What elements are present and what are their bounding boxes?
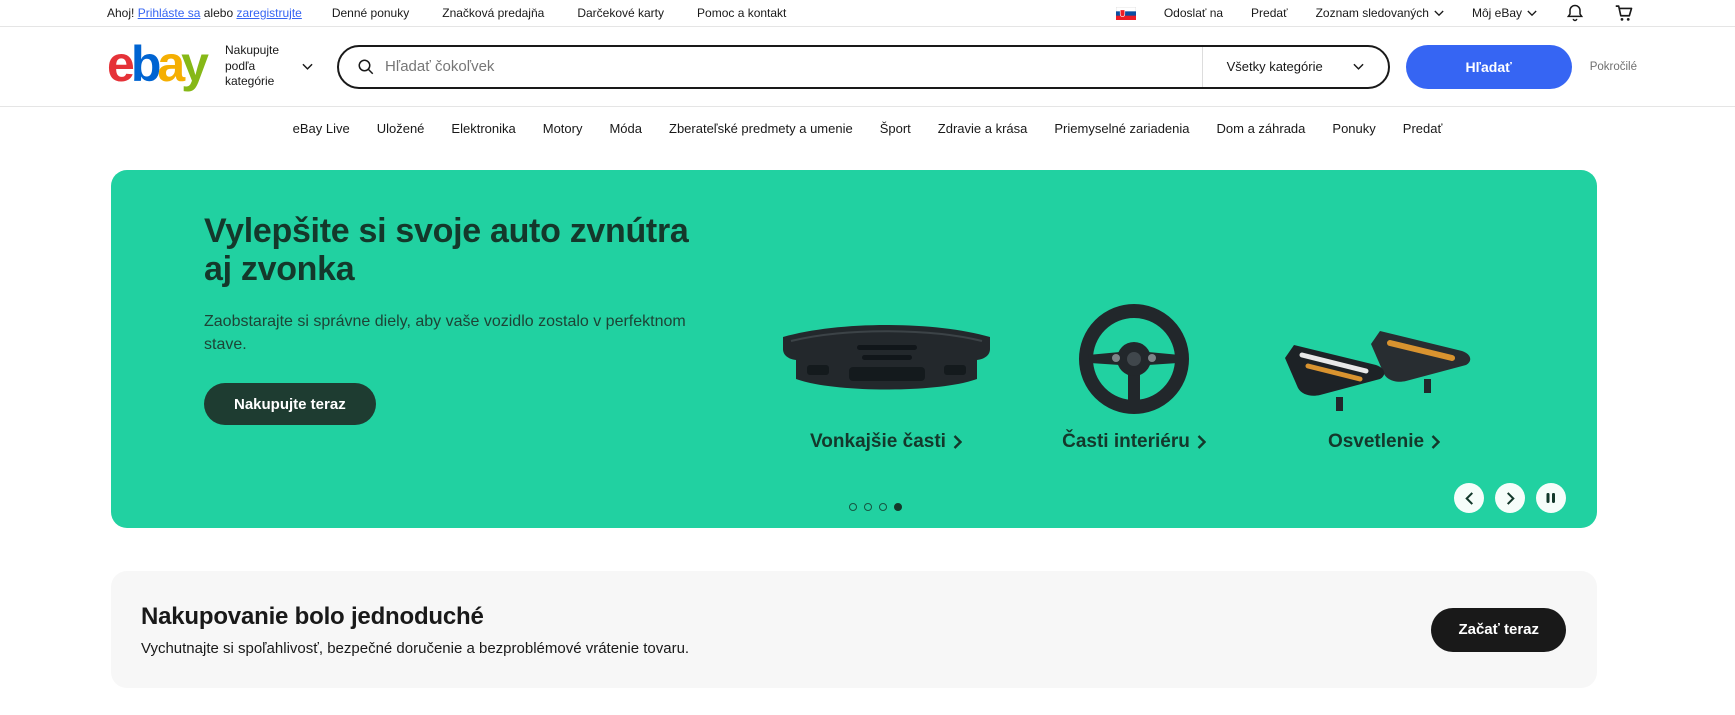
nav-item-health-beauty[interactable]: Zdravie a krása: [938, 121, 1028, 136]
hero-text-block: Vylepšite si svoje auto zvnútra aj zvonk…: [204, 212, 726, 426]
topbar-link-brand-outlet[interactable]: Značková predajňa: [442, 6, 544, 20]
carousel-next-button[interactable]: [1495, 483, 1525, 513]
nav-item-deals[interactable]: Ponuky: [1332, 121, 1375, 136]
topbar-link-help-contact[interactable]: Pomoc a kontakt: [697, 6, 786, 20]
shopping-cart-icon[interactable]: [1613, 2, 1635, 24]
hero-tile-interior-parts[interactable]: Časti interiéru: [1014, 280, 1254, 453]
headlights-image: [1284, 280, 1484, 415]
carousel-dot-4-active[interactable]: [894, 503, 902, 511]
nav-item-fashion[interactable]: Móda: [609, 121, 642, 136]
hero-tile-lighting[interactable]: Osvetlenie: [1264, 280, 1504, 453]
logo-letter: a: [157, 35, 185, 92]
start-now-button[interactable]: Začať teraz: [1431, 607, 1566, 652]
search-bar: Všetky kategórie: [336, 44, 1390, 89]
category-select-value: Všetky kategórie: [1226, 59, 1323, 74]
hero-title-line2: aj zvonka: [204, 250, 355, 289]
chevron-left-icon: [1464, 491, 1473, 505]
logo-letter: b: [130, 35, 161, 92]
chevron-right-icon: [1197, 435, 1206, 449]
carousel-pause-button[interactable]: [1536, 483, 1566, 513]
greeting: Ahoj! Prihláste sa alebo zaregistrujte: [107, 6, 302, 20]
car-bumper-image: [779, 280, 994, 415]
sign-in-link[interactable]: Prihláste sa: [138, 6, 201, 20]
search-input[interactable]: [384, 58, 1202, 75]
notifications-bell-icon[interactable]: [1565, 3, 1585, 23]
promo-card: Nakupovanie bolo jednoduché Vychutnajte …: [111, 571, 1597, 688]
chevron-right-icon: [1506, 491, 1515, 505]
watchlist-dropdown[interactable]: Zoznam sledovaných: [1316, 6, 1444, 20]
or-text: alebo: [203, 6, 234, 20]
hero-tile-exterior-parts[interactable]: Vonkajšie časti: [766, 280, 1006, 453]
hero-title: Vylepšite si svoje auto zvnútra aj zvonk…: [204, 212, 726, 289]
hero-title-line1: Vylepšite si svoje auto zvnútra: [204, 212, 689, 250]
promo-subtitle: Vychutnajte si spoľahlivosť, bezpečné do…: [141, 639, 690, 657]
pause-icon: [1546, 493, 1555, 503]
carousel-dots: [849, 503, 902, 511]
carousel-dot-1[interactable]: [849, 503, 857, 511]
nav-item-home-garden[interactable]: Dom a záhrada: [1217, 121, 1306, 136]
hero-tile-label: Osvetlenie: [1327, 431, 1425, 452]
chevron-down-icon: [1527, 10, 1537, 16]
nav-item-ebay-live[interactable]: eBay Live: [293, 121, 350, 136]
watchlist-label: Zoznam sledovaných: [1315, 6, 1429, 20]
register-link[interactable]: zaregistrujte: [236, 6, 301, 20]
ship-to-link[interactable]: Odoslať na: [1164, 6, 1223, 20]
search-icon: [357, 58, 375, 76]
advanced-search-link[interactable]: Pokročilé: [1590, 61, 1637, 73]
hero-subtitle: Zaobstarajte si správne diely, aby vaše …: [204, 312, 686, 353]
shop-by-category-label: Nakupujte podľa kategórie: [224, 43, 280, 89]
hero-tile-label: Vonkajšie časti: [810, 431, 946, 452]
carousel-dot-3[interactable]: [879, 503, 887, 511]
chevron-right-icon: [1431, 435, 1441, 449]
nav-item-saved[interactable]: Uložené: [377, 121, 425, 136]
logo-letter: e: [107, 35, 135, 92]
logo-letter: y: [181, 35, 209, 92]
topbar-link-gift-cards[interactable]: Darčekové karty: [577, 6, 664, 20]
category-nav: eBay Live Uložené Elektronika Motory Mód…: [0, 107, 1735, 149]
topbar-link-daily-deals[interactable]: Denné ponuky: [332, 6, 409, 20]
nav-item-sell[interactable]: Predať: [1403, 121, 1443, 136]
chevron-down-icon: [1434, 10, 1444, 16]
nav-item-electronics[interactable]: Elektronika: [451, 121, 515, 136]
hero-tile-label: Časti interiéru: [1062, 431, 1190, 452]
hero-banner: Vylepšite si svoje auto zvnútra aj zvonk…: [111, 170, 1597, 528]
shop-by-category-dropdown[interactable]: Nakupujte podľa kategórie: [225, 43, 313, 90]
nav-item-collectibles-art[interactable]: Zberateľské predmety a umenie: [669, 121, 853, 136]
sell-link[interactable]: Predať: [1251, 6, 1288, 20]
promo-title: Nakupovanie bolo jednoduché: [141, 602, 484, 630]
slovakia-flag-icon: [1115, 6, 1136, 20]
steering-wheel-image: [1078, 280, 1190, 415]
nav-item-sports[interactable]: Šport: [880, 121, 911, 136]
carousel-prev-button[interactable]: [1454, 483, 1484, 513]
chevron-down-icon: [1353, 63, 1364, 70]
carousel-controls: [1454, 483, 1566, 513]
my-ebay-label: Môj eBay: [1471, 6, 1522, 20]
shop-now-button[interactable]: Nakupujte teraz: [204, 383, 376, 426]
top-utility-bar: Ahoj! Prihláste sa alebo zaregistrujte D…: [0, 0, 1735, 27]
category-select[interactable]: Všetky kategórie: [1201, 46, 1388, 87]
nav-item-motors[interactable]: Motory: [543, 121, 583, 136]
carousel-dot-2[interactable]: [864, 503, 872, 511]
my-ebay-dropdown[interactable]: Môj eBay: [1472, 6, 1537, 20]
main-header: ebay Nakupujte podľa kategórie Všetky ka…: [0, 27, 1735, 107]
nav-item-industrial[interactable]: Priemyselné zariadenia: [1054, 121, 1189, 136]
greeting-text: Ahoj!: [107, 6, 135, 20]
chevron-down-icon: [302, 63, 313, 70]
chevron-right-icon: [953, 435, 962, 449]
ebay-logo[interactable]: ebay: [107, 35, 209, 95]
search-button[interactable]: Hľadať: [1405, 44, 1572, 89]
